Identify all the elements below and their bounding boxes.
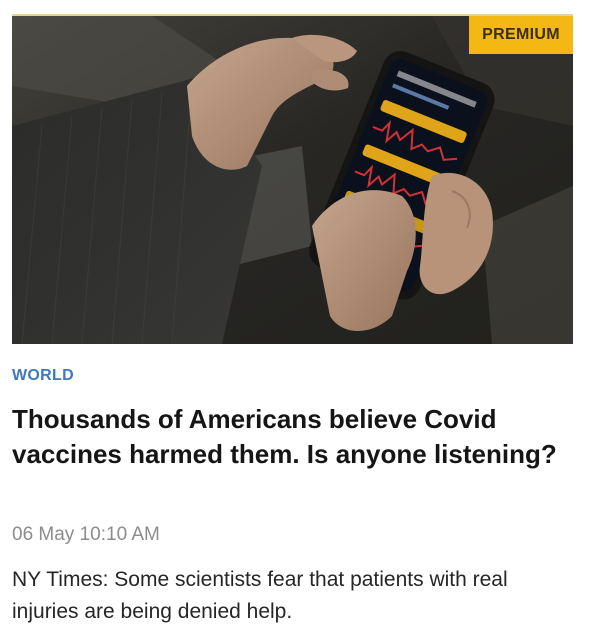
article-thumbnail[interactable] xyxy=(12,16,573,344)
category-label[interactable]: WORLD xyxy=(12,366,74,386)
phone-photo xyxy=(12,16,573,344)
article-summary: NY Times: Some scientists fear that pati… xyxy=(12,568,508,623)
article-title[interactable]: Thousands of Americans believe Covid vac… xyxy=(12,402,572,472)
premium-badge: PREMIUM xyxy=(469,16,573,54)
publish-timestamp: 06 May 10:10 AM xyxy=(12,524,160,545)
